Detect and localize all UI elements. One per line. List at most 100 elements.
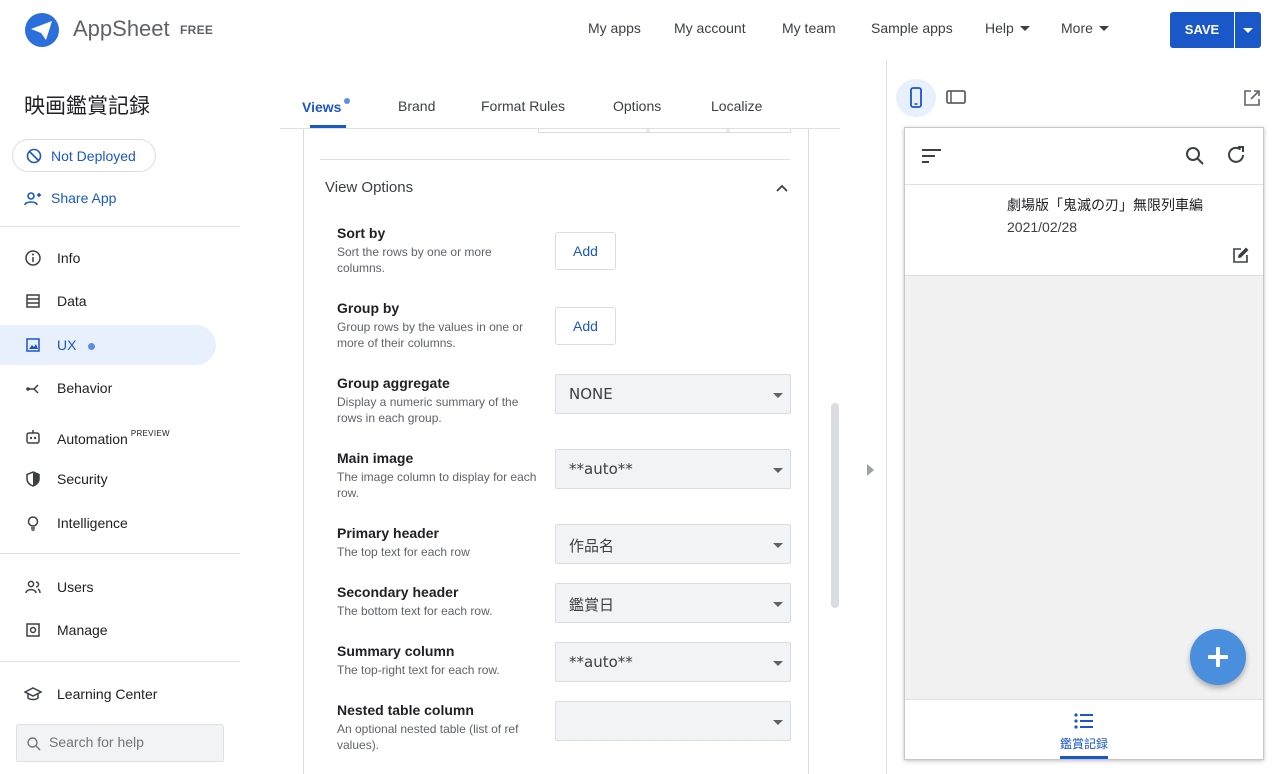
editor-scrollbar[interactable] (831, 403, 839, 608)
help-search-input[interactable] (49, 734, 219, 750)
select-value: NONE (569, 385, 613, 403)
deploy-status-button[interactable]: Not Deployed (12, 139, 156, 172)
main-image-select[interactable]: **auto** (555, 449, 791, 489)
sidebar-item-automation-label: Automation (57, 431, 128, 447)
previous-field-stub (538, 129, 648, 133)
nav-more-label: More (1061, 20, 1093, 36)
bottom-tab-label[interactable]: 鑑賞記録 (1060, 735, 1108, 752)
unsaved-dot-icon (344, 98, 351, 104)
nested-table-select[interactable] (555, 701, 791, 741)
appsheet-logo-icon[interactable] (24, 12, 60, 48)
sidebar-item-data[interactable]: Data (0, 281, 216, 321)
main-image-label: Main image (337, 450, 414, 466)
select-value: 作品名 (569, 537, 615, 555)
sidebar-item-ux[interactable]: UX (0, 325, 216, 365)
sidebar-item-label: Security (57, 471, 108, 487)
sidebar-item-ux-label: UX (57, 337, 77, 353)
sidebar-divider (0, 661, 240, 662)
sidebar-item-label: Users (57, 579, 94, 595)
nested-table-desc: An optional nested table (list of ref va… (337, 722, 519, 752)
automation-robot-icon (26, 430, 40, 444)
sidebar-item-label: Manage (57, 622, 108, 638)
sidebar-item-label: Learning Center (57, 686, 158, 702)
select-value: **auto** (569, 653, 633, 671)
nav-sample-apps[interactable]: Sample apps (871, 20, 953, 36)
select-value: 鑑賞日 (569, 596, 615, 614)
sidebar-item-label: Data (57, 293, 87, 309)
sidebar-item-behavior[interactable]: Behavior (0, 368, 216, 408)
sidebar-divider (0, 226, 240, 227)
secondary-header-select[interactable]: 鑑賞日 (555, 583, 791, 623)
unsaved-dot-icon (88, 343, 96, 350)
tablet-preview-icon[interactable] (946, 89, 966, 105)
brand-name[interactable]: AppSheet (73, 16, 170, 42)
search-icon[interactable] (1185, 146, 1205, 166)
collapse-preview-icon[interactable] (867, 464, 874, 476)
sidebar-item-info[interactable]: Info (0, 238, 216, 278)
primary-header-label: Primary header (337, 525, 439, 541)
plan-badge: FREE (180, 23, 214, 37)
sort-by-label: Sort by (337, 225, 386, 241)
deploy-status-label: Not Deployed (51, 148, 136, 164)
tab-localize[interactable]: Localize (711, 98, 762, 114)
sidebar-item-automation[interactable]: Automation PREVIEW (0, 417, 216, 457)
not-deployed-icon (26, 148, 42, 164)
edit-icon[interactable] (1232, 246, 1250, 264)
nav-my-team[interactable]: My team (782, 20, 836, 36)
nav-my-account[interactable]: My account (674, 20, 746, 36)
tab-views-label: Views (302, 99, 342, 115)
sidebar-item-learning-center[interactable]: Learning Center (0, 674, 216, 714)
nav-more[interactable]: More (1061, 20, 1109, 36)
sort-by-add-button[interactable]: Add (555, 232, 616, 270)
sidebar-item-manage[interactable]: Manage (0, 610, 216, 650)
summary-column-label: Summary column (337, 643, 455, 659)
save-button[interactable]: SAVE (1170, 12, 1234, 48)
group-aggregate-select[interactable]: NONE (555, 374, 791, 414)
group-aggregate-label: Group aggregate (337, 375, 450, 391)
sidebar-item-label: Behavior (57, 380, 113, 396)
shield-icon (26, 471, 40, 487)
manage-icon (26, 623, 40, 637)
row-primary-text: 劇場版「鬼滅の刃」無限列車編 (1007, 198, 1203, 214)
refresh-icon[interactable] (1225, 144, 1247, 166)
help-search-box[interactable] (16, 724, 224, 762)
group-by-label: Group by (337, 300, 400, 316)
list-icon (1074, 713, 1093, 729)
tab-format-rules[interactable]: Format Rules (481, 98, 565, 114)
sort-by-desc: Sort the rows by one or more columns. (337, 245, 492, 275)
sidebar-item-intelligence[interactable]: Intelligence (0, 503, 216, 543)
share-person-icon (24, 192, 41, 206)
save-options-dropdown[interactable] (1235, 12, 1261, 48)
preview-badge: PREVIEW (130, 429, 170, 438)
summary-column-desc: The top-right text for each row. (337, 663, 500, 677)
main-image-desc: The image column to display for each row… (337, 470, 537, 500)
sidebar-item-users[interactable]: Users (0, 567, 216, 607)
primary-header-select[interactable]: 作品名 (555, 524, 791, 564)
sidebar-item-security[interactable]: Security (0, 459, 216, 499)
sort-icon[interactable] (922, 148, 942, 164)
previous-field-stub (728, 129, 791, 133)
summary-column-select[interactable]: **auto** (555, 642, 791, 682)
tab-brand[interactable]: Brand (398, 98, 435, 114)
dropdown-arrow-icon (773, 720, 783, 725)
chevron-up-icon[interactable] (776, 184, 788, 192)
primary-header-desc: The top text for each row (337, 545, 470, 559)
secondary-header-desc: The bottom text for each row. (337, 604, 493, 618)
tab-views[interactable]: Views (302, 98, 351, 115)
view-options-header[interactable]: View Options (325, 179, 413, 196)
dropdown-arrow-icon (773, 543, 783, 548)
group-by-add-button[interactable]: Add (555, 307, 616, 345)
lightbulb-icon (27, 516, 39, 531)
open-in-new-icon[interactable] (1243, 89, 1261, 107)
app-title: 映画鑑賞記録 (24, 94, 150, 118)
tab-options[interactable]: Options (613, 98, 661, 114)
list-item[interactable]: 劇場版「鬼滅の刃」無限列車編 2021/02/28 (905, 185, 1263, 276)
nav-help[interactable]: Help (985, 20, 1030, 36)
mobile-preview-button[interactable] (896, 79, 936, 117)
add-row-fab-button[interactable] (1190, 629, 1246, 685)
app-bottom-nav: 鑑賞記録 (905, 699, 1263, 759)
secondary-header-label: Secondary header (337, 584, 459, 600)
group-by-desc: Group rows by the values in one or more … (337, 320, 524, 350)
nav-my-apps[interactable]: My apps (588, 20, 641, 36)
sidebar-item-label: Info (57, 250, 81, 266)
